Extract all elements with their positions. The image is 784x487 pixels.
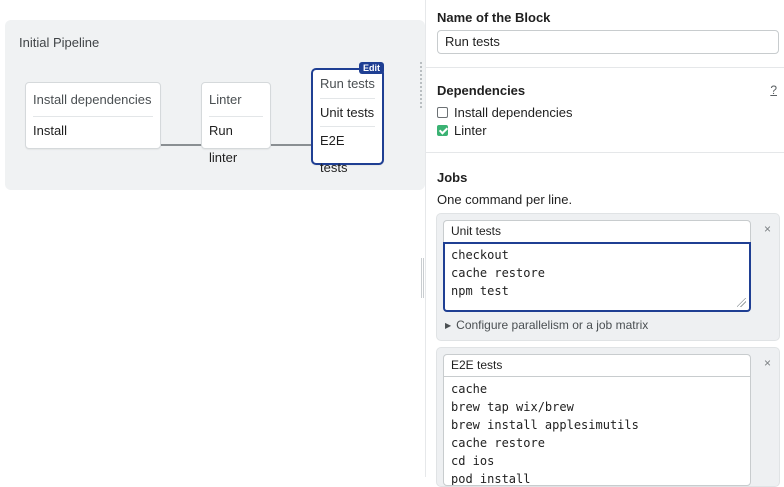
job-card-e2e-tests: × E2E tests cache brew tap wix/brew brew… — [436, 347, 780, 487]
checkbox-checked[interactable] — [437, 124, 448, 136]
block-editor-panel: Name of the Block Run tests Dependencies… — [425, 0, 784, 487]
edit-badge[interactable]: Edit — [359, 62, 384, 74]
block-job[interactable]: Run linter — [202, 117, 270, 165]
checkbox-unchecked[interactable] — [437, 106, 448, 118]
command-line: brew install applesimutils — [451, 418, 639, 432]
dependency-label: Linter — [454, 122, 487, 138]
dependency-install-dependencies[interactable]: Install dependencies — [437, 104, 573, 120]
command-line: cd ios — [451, 454, 495, 468]
block-job[interactable]: Unit tests — [313, 99, 382, 126]
jobs-hint: One command per line. — [437, 192, 573, 207]
section-divider — [426, 152, 784, 153]
parallelism-link-label: Configure parallelism or a job matrix — [456, 318, 649, 332]
textarea-resize-grip-icon[interactable] — [737, 298, 746, 307]
jobs-label: Jobs — [437, 170, 468, 185]
remove-job-icon[interactable]: × — [764, 222, 771, 236]
dependencies-label: Dependencies — [437, 83, 526, 98]
block-linter[interactable]: Linter Run linter — [201, 82, 271, 165]
command-line: checkout — [451, 248, 509, 262]
command-line: cache restore — [451, 266, 545, 280]
pipeline-title: Initial Pipeline — [19, 35, 100, 50]
block-run-tests[interactable]: Edit Run tests Unit tests E2E tests — [311, 62, 384, 175]
block-name-input[interactable]: Run tests — [437, 30, 779, 54]
remove-job-icon[interactable]: × — [764, 356, 771, 370]
section-divider — [426, 67, 784, 68]
block-job[interactable]: E2E tests — [313, 127, 382, 175]
dependency-label: Install dependencies — [454, 104, 573, 120]
dependencies-help-link[interactable]: ? — [770, 83, 777, 97]
block-name: Linter — [209, 92, 242, 107]
command-line: cache — [451, 382, 488, 396]
dependency-linter[interactable]: Linter — [437, 122, 487, 138]
job-name-input[interactable]: Unit tests — [443, 220, 751, 242]
block-name-label: Name of the Block — [437, 10, 551, 25]
job-name-input[interactable]: E2E tests — [443, 354, 751, 376]
command-line: brew tap wix/brew — [451, 400, 574, 414]
block-job[interactable]: Install — [26, 117, 160, 144]
expand-triangle-icon: ▶ — [445, 321, 452, 330]
command-line: cache restore — [451, 436, 545, 450]
command-line: pod install — [451, 472, 531, 486]
pipeline-canvas: Initial Pipeline Install dependencies In… — [5, 20, 425, 190]
configure-parallelism-link[interactable]: ▶ Configure parallelism or a job matrix — [445, 318, 648, 332]
command-line: npm test — [451, 284, 509, 298]
block-name: Run tests — [320, 76, 375, 91]
block-install-dependencies[interactable]: Install dependencies Install — [25, 82, 161, 149]
connector-line — [161, 144, 203, 146]
canvas-drag-handle[interactable] — [420, 62, 422, 108]
panel-resize-handle[interactable] — [421, 258, 424, 298]
job-commands-textarea[interactable]: checkout cache restore npm test — [443, 242, 751, 312]
block-name: Install dependencies — [33, 92, 152, 107]
job-commands-textarea[interactable]: cache brew tap wix/brew brew install app… — [443, 376, 751, 486]
connector-line — [271, 144, 313, 146]
job-card-unit-tests: × Unit tests checkout cache restore npm … — [436, 213, 780, 341]
